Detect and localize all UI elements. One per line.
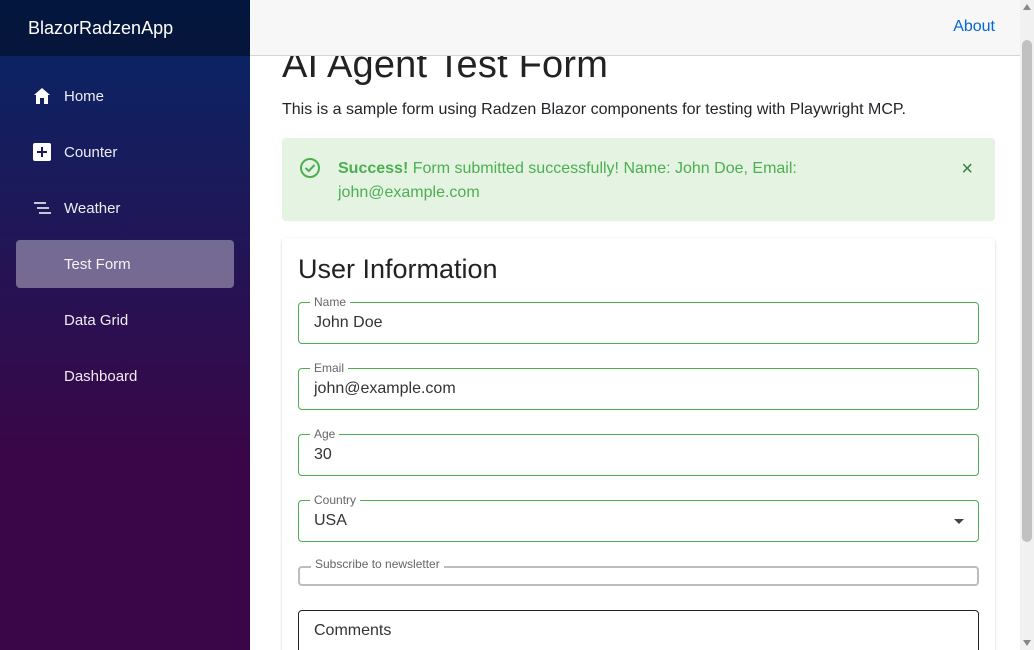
plus-square-icon bbox=[32, 142, 52, 162]
sidebar-item-weather[interactable]: Weather bbox=[16, 184, 234, 232]
name-value: John Doe bbox=[314, 314, 383, 331]
scroll-up-icon[interactable] bbox=[1023, 4, 1031, 10]
top-bar: About bbox=[250, 0, 1020, 56]
close-icon[interactable]: × bbox=[961, 158, 973, 181]
country-dropdown[interactable]: Country USA bbox=[298, 493, 979, 542]
sidebar-item-test-form[interactable]: Test Form bbox=[16, 240, 234, 288]
about-link[interactable]: About bbox=[953, 18, 995, 36]
success-alert: Success! Form submitted successfully! Na… bbox=[282, 138, 995, 221]
country-label: Country bbox=[310, 493, 361, 507]
sidebar-item-counter[interactable]: Counter bbox=[16, 128, 234, 176]
email-label: Email bbox=[310, 361, 349, 375]
list-icon bbox=[32, 198, 52, 218]
alert-message: Success! Form submitted successfully! Na… bbox=[338, 157, 858, 205]
sidebar-item-data-grid[interactable]: Data Grid bbox=[16, 296, 234, 344]
sidebar-item-label: Test Form bbox=[64, 255, 131, 273]
sidebar-item-label: Counter bbox=[64, 143, 118, 161]
sidebar-item-label: Weather bbox=[64, 199, 121, 217]
scroll-down-icon[interactable] bbox=[1023, 640, 1031, 646]
sidebar-item-home[interactable]: Home bbox=[16, 72, 234, 120]
main-content: AI Agent Test Form This is a sample form… bbox=[250, 0, 1020, 650]
subscribe-field[interactable]: Subscribe to newsletter bbox=[298, 557, 979, 586]
comments-field[interactable]: Comments bbox=[298, 610, 979, 650]
age-field[interactable]: Age 30 bbox=[298, 427, 979, 476]
home-icon bbox=[32, 86, 52, 106]
sidebar-item-dashboard[interactable]: Dashboard bbox=[16, 352, 234, 400]
card-title: User Information bbox=[298, 254, 498, 284]
chevron-down-icon[interactable] bbox=[954, 519, 964, 524]
name-label: Name bbox=[310, 295, 351, 309]
email-field[interactable]: Email john@example.com bbox=[298, 361, 979, 410]
age-value: 30 bbox=[314, 446, 332, 463]
scroll-thumb[interactable] bbox=[1022, 40, 1032, 542]
name-field[interactable]: Name John Doe bbox=[298, 295, 979, 344]
alert-title: Success! bbox=[338, 160, 409, 177]
check-circle-icon bbox=[299, 157, 321, 184]
age-label: Age bbox=[310, 427, 340, 441]
sidebar-item-label: Dashboard bbox=[64, 367, 138, 385]
app-brand[interactable]: BlazorRadzenApp bbox=[28, 18, 173, 39]
page-description: This is a sample form using Radzen Blazo… bbox=[282, 101, 906, 118]
scrollbar[interactable] bbox=[1020, 0, 1034, 650]
user-info-card: User Information Name John Doe Email joh… bbox=[282, 238, 995, 650]
country-value: USA bbox=[314, 512, 347, 529]
sidebar-item-label: Home bbox=[64, 87, 105, 105]
subscribe-label: Subscribe to newsletter bbox=[311, 557, 444, 571]
comments-label: Comments bbox=[314, 622, 392, 639]
sidebar-item-label: Data Grid bbox=[64, 311, 129, 329]
sidebar: BlazorRadzenApp Home Counter Weather Tes… bbox=[0, 0, 250, 650]
email-value: john@example.com bbox=[314, 380, 456, 397]
brand-bar: BlazorRadzenApp bbox=[0, 0, 250, 56]
